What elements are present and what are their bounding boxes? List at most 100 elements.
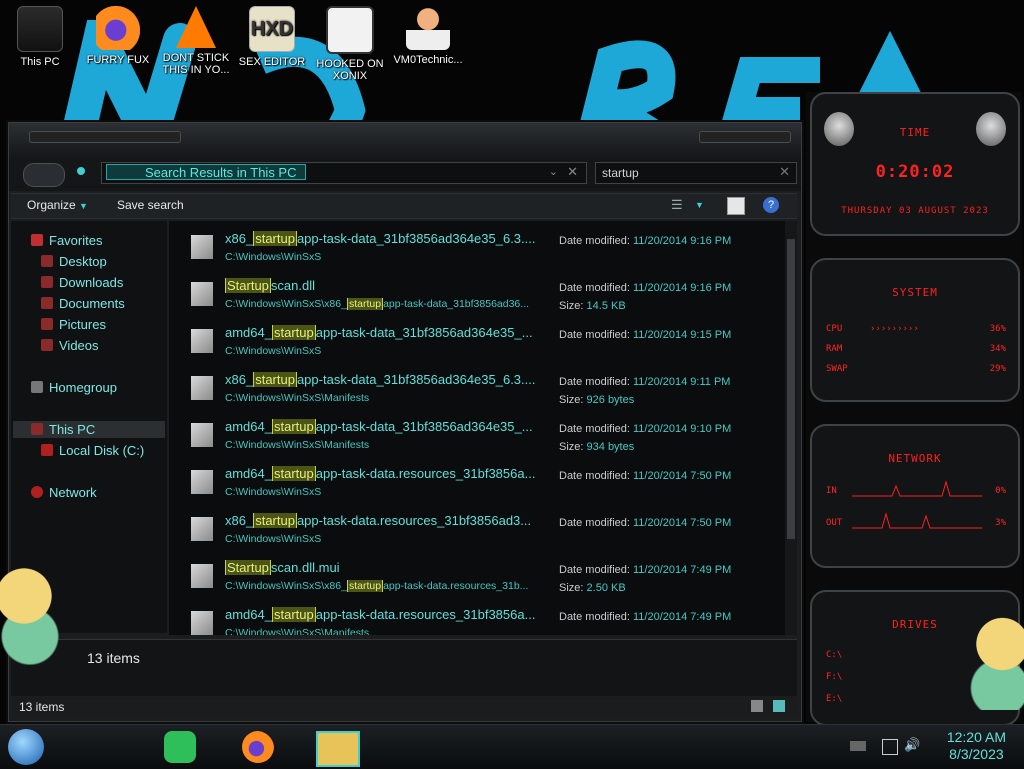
back-forward-button[interactable] xyxy=(23,163,65,187)
result-row[interactable]: Startup scan.dll.mui C:\Windows\WinSxS\x86… xyxy=(169,554,769,600)
nav-downloads[interactable]: Downloads xyxy=(41,275,123,290)
search-highlight: startup xyxy=(271,607,316,622)
search-highlight: Startup xyxy=(225,278,271,293)
desktop-icon-this-pc[interactable]: This PC xyxy=(4,6,76,68)
search-highlight: startup xyxy=(346,580,384,592)
result-path: C:\Windows\WinSxS\x86_ startup app-task-da… xyxy=(225,298,530,310)
desktop-icon-vm0technic[interactable]: VM0Technic... xyxy=(392,6,464,66)
result-size: Size: 926 bytes xyxy=(559,394,635,406)
recent-locations-icon[interactable] xyxy=(77,167,85,175)
nav-documents[interactable]: Documents xyxy=(41,296,125,311)
downloads-folder-icon xyxy=(41,276,53,288)
organize-button[interactable]: Organize ▼ xyxy=(27,198,88,212)
result-date-modified: Date modified: 11/20/2014 7:49 PM xyxy=(559,564,732,576)
start-button[interactable] xyxy=(8,729,44,765)
cartoon-character-decoration xyxy=(0,550,60,665)
nav-this-pc[interactable]: This PC xyxy=(13,421,165,438)
help-icon[interactable]: ? xyxy=(763,197,779,213)
chat-app-icon[interactable] xyxy=(164,731,196,763)
result-name: amd64_ startup app-task-data_31bf3856ad364… xyxy=(225,325,533,340)
search-box[interactable]: ✕ xyxy=(595,162,797,184)
vertical-scrollbar[interactable] xyxy=(785,221,797,635)
network-in-value: 0% xyxy=(995,486,1006,496)
large-icons-view-icon[interactable] xyxy=(773,700,785,712)
result-row[interactable]: amd64_ startup app-task-data.resources_31b… xyxy=(169,460,769,506)
nav-label: Local Disk (C:) xyxy=(59,443,145,458)
nav-pictures[interactable]: Pictures xyxy=(41,317,106,332)
system-title: SYSTEM xyxy=(892,286,938,299)
result-path: C:\Windows\WinSxS\Manifests xyxy=(225,439,370,451)
nav-network[interactable]: Network xyxy=(31,485,97,500)
result-size: Size: 2.50 KB xyxy=(559,582,626,594)
result-row[interactable]: amd64_ startup app-task-data_31bf3856ad364… xyxy=(169,413,769,459)
desktop-icon-sex-editor[interactable]: HXD SEX EDITOR xyxy=(236,6,308,68)
nav-videos[interactable]: Videos xyxy=(41,338,99,353)
save-search-button[interactable]: Save search xyxy=(117,198,184,212)
result-row[interactable]: x86_ startup app-task-data_31bf3856ad364e3… xyxy=(169,225,769,271)
network-out-value: 3% xyxy=(995,518,1006,528)
taskbar: 🔊 12:20 AM 8/3/2023 xyxy=(0,724,1024,769)
drive-f-label: F:\ xyxy=(826,672,843,682)
desktop-icon-label: SEX EDITOR xyxy=(238,56,306,68)
volume-icon[interactable]: 🔊 xyxy=(904,737,920,753)
nav-local-disk[interactable]: Local Disk (C:) xyxy=(41,443,144,458)
result-name: Startup scan.dll.mui xyxy=(225,560,340,575)
chevron-down-icon[interactable]: ▼ xyxy=(695,200,711,216)
desktop-icon-furry-fux[interactable]: FURRY FUX xyxy=(82,6,154,66)
nav-homegroup[interactable]: Homegroup xyxy=(31,380,117,395)
nav-label: Desktop xyxy=(59,254,107,269)
clear-search-icon[interactable]: ✕ xyxy=(779,164,790,180)
address-bar[interactable]: Search Results in This PC ⌄ ✕ xyxy=(101,162,587,184)
star-icon xyxy=(31,234,43,246)
cartoon-character-decoration xyxy=(970,600,1024,710)
network-title: NETWORK xyxy=(888,452,942,465)
result-date-modified: Date modified: 11/20/2014 9:11 PM xyxy=(559,376,731,388)
result-date-modified: Date modified: 11/20/2014 7:50 PM xyxy=(559,470,732,482)
gadget-time: 0:20:02 xyxy=(875,162,955,182)
file-icon xyxy=(191,564,213,588)
details-view-icon[interactable] xyxy=(751,700,763,712)
result-row[interactable]: x86_ startup app-task-data.resources_31bf3… xyxy=(169,507,769,553)
search-input[interactable] xyxy=(600,165,774,181)
result-row[interactable]: Startup scan.dll C:\Windows\WinSxS\x86_ sta… xyxy=(169,272,769,318)
firefox-icon[interactable] xyxy=(242,731,274,763)
desktop-icon-label: VM0Technic... xyxy=(393,54,463,66)
desktop-icon-vlc[interactable]: DONT STICK THIS IN YO... xyxy=(160,6,232,76)
taskbar-clock[interactable]: 12:20 AM 8/3/2023 xyxy=(947,729,1006,763)
hard-drive-icon xyxy=(41,444,53,456)
result-row[interactable]: amd64_ startup app-task-data.resources_31b… xyxy=(169,601,769,635)
nav-label: Videos xyxy=(59,338,99,353)
desktop-icon-label: This PC xyxy=(20,56,60,68)
titlebar-ornament xyxy=(29,131,181,143)
gadget-date: THURSDAY 03 AUGUST 2023 xyxy=(841,206,989,216)
nav-label: Network xyxy=(49,485,97,500)
action-center-icon[interactable] xyxy=(850,741,866,751)
cpu-value: 36% xyxy=(989,324,1006,334)
nav-label: Downloads xyxy=(59,275,124,290)
ram-label: RAM xyxy=(826,344,843,354)
window-titlebar[interactable] xyxy=(9,123,801,157)
file-explorer-window: Search Results in This PC ⌄ ✕ ✕ Organize… xyxy=(8,122,802,722)
network-tray-icon[interactable] xyxy=(882,739,898,755)
nav-desktop[interactable]: Desktop xyxy=(41,254,107,269)
scrollbar-thumb[interactable] xyxy=(787,239,795,539)
clock-time: 12:20 AM xyxy=(946,729,1006,745)
swap-value: 29% xyxy=(989,364,1006,374)
result-name: Startup scan.dll xyxy=(225,278,315,293)
network-in-label: IN xyxy=(826,486,837,496)
details-pane: 13 items xyxy=(11,639,797,696)
desktop-icon-xonix[interactable]: HOOKED ON XONIX xyxy=(314,6,386,82)
result-row[interactable]: x86_ startup app-task-data_31bf3856ad364e3… xyxy=(169,366,769,412)
nav-favorites[interactable]: Favorites xyxy=(31,233,102,248)
view-options-icon[interactable]: ☰ xyxy=(671,197,687,213)
chevron-down-icon[interactable]: ⌄ xyxy=(549,165,558,178)
firefox-icon xyxy=(96,6,140,50)
preview-pane-icon[interactable] xyxy=(727,197,745,215)
result-date-modified: Date modified: 11/20/2014 7:49 PM xyxy=(559,611,732,623)
result-name: amd64_ startup app-task-data.resources_31b… xyxy=(225,466,536,481)
result-row[interactable]: amd64_ startup app-task-data_31bf3856ad364… xyxy=(169,319,769,365)
nav-label: This PC xyxy=(49,422,96,437)
breadcrumb[interactable]: Search Results in This PC xyxy=(106,164,306,180)
close-icon[interactable]: ✕ xyxy=(567,164,578,180)
file-explorer-icon[interactable] xyxy=(316,731,360,767)
